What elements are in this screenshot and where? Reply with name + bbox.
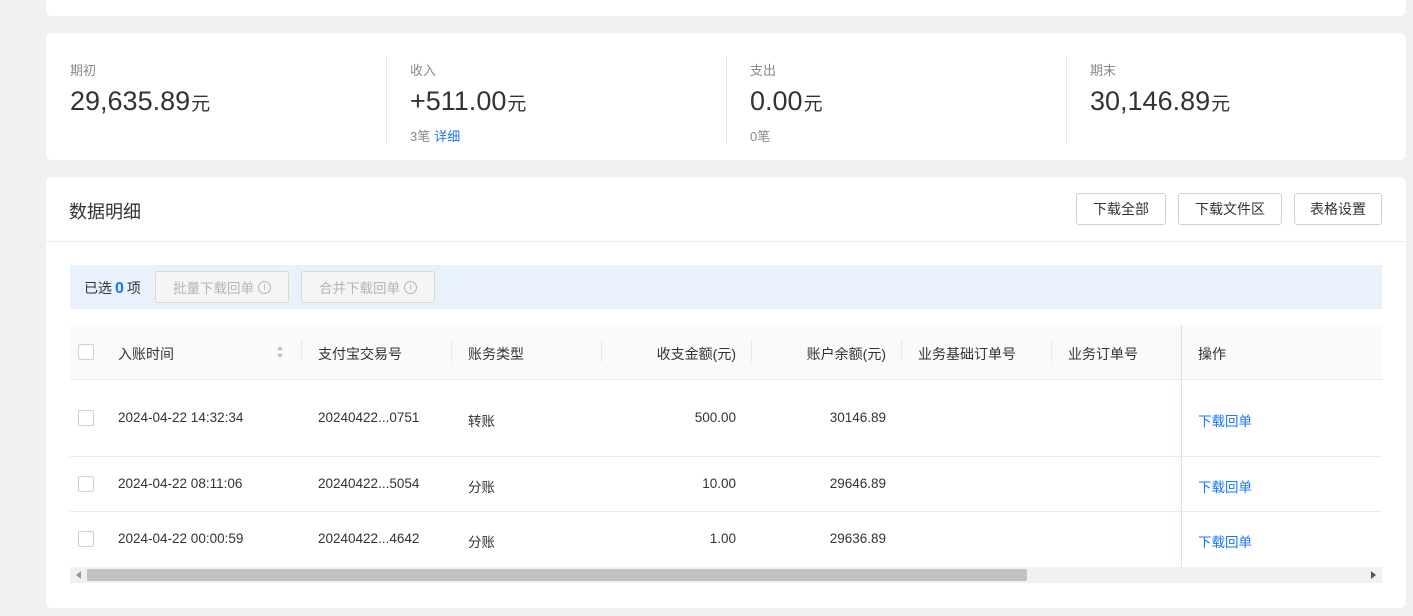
stat-expense-label: 支出 [750, 63, 777, 78]
table-row: 2024-04-22 14:32:34 20240422...0751 转账 5… [70, 380, 1382, 457]
summary-card: 期初 29,635.89元 收入 +511.00元 3笔 详细 支出 0.00元 … [46, 33, 1406, 160]
row-checkbox[interactable] [78, 476, 94, 492]
scroll-right-icon[interactable] [1371, 571, 1376, 579]
col-type: 账务类型 [468, 346, 524, 362]
header-divider [46, 241, 1406, 242]
stat-closing-value: 30,146.89元 [1090, 86, 1231, 116]
col-trade-no: 支付宝交易号 [318, 346, 402, 362]
download-all-button[interactable]: 下载全部 [1076, 193, 1166, 225]
info-circle-icon: i [404, 280, 417, 294]
stat-opening-value: 29,635.89元 [70, 86, 211, 116]
col-balance: 账户余额(元) [806, 346, 886, 362]
col-separator [901, 340, 902, 362]
detail-card: 数据明细 下载全部 下载文件区 表格设置 已选 0 项 批量下载回单 i 合并下载回单… [46, 177, 1406, 608]
stat-income-label: 收入 [410, 63, 437, 78]
scroll-thumb[interactable] [87, 569, 1027, 581]
col-separator [751, 340, 752, 362]
top-card [46, 0, 1406, 16]
info-circle-icon: i [258, 280, 271, 294]
selection-count: 已选 0 项 [84, 280, 141, 297]
col-separator [1051, 340, 1052, 362]
col-separator [601, 340, 602, 362]
cell-trade-no: 20240422...5054 [318, 476, 420, 491]
cell-amount: 10.00 [702, 476, 736, 491]
cell-type: 分账 [468, 480, 495, 495]
stat-divider [386, 56, 387, 144]
fixed-column-divider [1181, 325, 1182, 567]
stat-expense-sub: 0笔 [750, 129, 771, 144]
cell-time: 2024-04-22 08:11:06 [118, 476, 243, 491]
cell-balance: 30146.89 [829, 410, 886, 425]
batch-download-button[interactable]: 批量下载回单 i [155, 271, 289, 303]
table-row: 2024-04-22 08:11:06 20240422...5054 分账 1… [70, 457, 1382, 512]
horizontal-scrollbar[interactable] [70, 567, 1382, 583]
download-receipt-link[interactable]: 下载回单 [1198, 476, 1252, 496]
table-header: 入账时间 支付宝交易号 账务类型 收支金额(元) 账户余额(元) 业务基础订单号… [70, 325, 1382, 380]
col-base-order: 业务基础订单号 [918, 346, 1016, 362]
row-checkbox[interactable] [78, 531, 94, 547]
sort-icon[interactable] [276, 345, 284, 359]
income-detail-link[interactable]: 详细 [434, 129, 460, 144]
detail-table: 入账时间 支付宝交易号 账务类型 收支金额(元) 账户余额(元) 业务基础订单号… [70, 325, 1382, 567]
selection-bar: 已选 0 项 批量下载回单 i 合并下载回单 i [70, 265, 1382, 309]
row-checkbox[interactable] [78, 410, 94, 426]
col-separator [301, 340, 302, 362]
table-settings-button[interactable]: 表格设置 [1294, 193, 1382, 225]
cell-trade-no: 20240422...0751 [318, 410, 420, 425]
stat-income-sub: 3笔 详细 [410, 129, 461, 144]
cell-type: 转账 [468, 414, 495, 429]
stat-expense-value: 0.00元 [750, 86, 823, 116]
col-action: 操作 [1198, 346, 1226, 362]
stat-closing-label: 期末 [1090, 63, 1117, 78]
table-row: 2024-04-22 00:00:59 20240422...4642 分账 1… [70, 512, 1382, 567]
cell-balance: 29636.89 [829, 531, 886, 546]
cell-amount: 1.00 [709, 531, 736, 546]
select-all-checkbox[interactable] [78, 344, 94, 360]
stat-income-value: +511.00元 [410, 86, 527, 116]
detail-title: 数据明细 [69, 202, 141, 222]
col-time[interactable]: 入账时间 [118, 344, 174, 364]
stat-opening-label: 期初 [70, 63, 97, 78]
merge-download-button[interactable]: 合并下载回单 i [301, 271, 435, 303]
download-files-button[interactable]: 下载文件区 [1178, 193, 1282, 225]
cell-amount: 500.00 [694, 410, 736, 425]
stat-divider [726, 56, 727, 144]
cell-time: 2024-04-22 14:32:34 [118, 410, 244, 425]
cell-type: 分账 [468, 535, 495, 550]
scroll-left-icon[interactable] [76, 571, 81, 579]
cell-trade-no: 20240422...4642 [318, 531, 420, 546]
cell-balance: 29646.89 [829, 476, 886, 491]
download-receipt-link[interactable]: 下载回单 [1198, 531, 1252, 551]
col-separator [451, 340, 452, 362]
col-amount: 收支金额(元) [656, 346, 736, 362]
download-receipt-link[interactable]: 下载回单 [1198, 410, 1252, 430]
col-order: 业务订单号 [1068, 346, 1138, 362]
stat-divider [1066, 56, 1067, 144]
cell-time: 2024-04-22 00:00:59 [118, 531, 244, 546]
